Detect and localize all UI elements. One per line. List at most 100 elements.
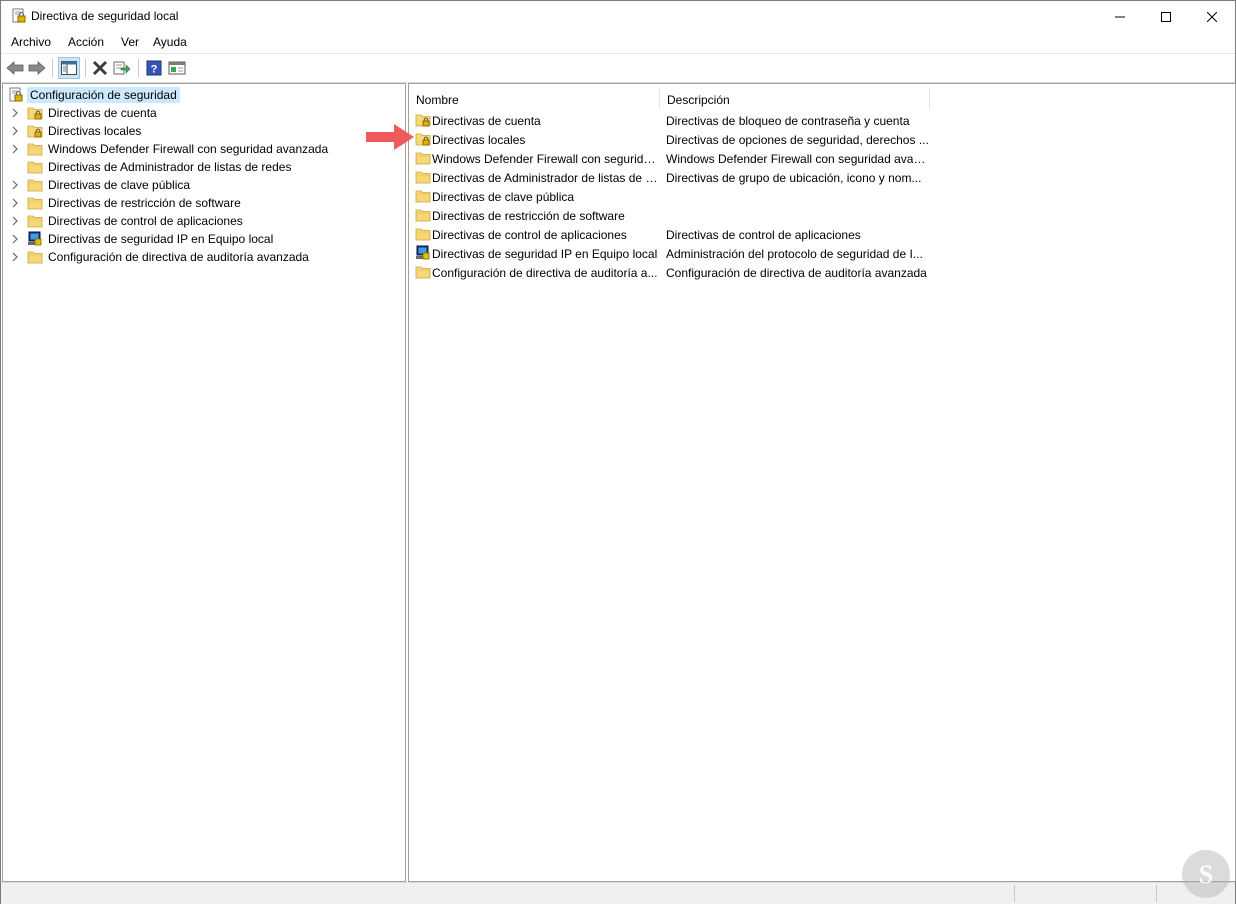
folder-icon [415,190,431,203]
tree-item-label: Directivas de control de aplicaciones [48,214,243,228]
list-row-name: Directivas locales [432,133,526,147]
ip-security-icon [28,231,42,246]
chevron-right-icon[interactable] [10,125,20,137]
tree-item[interactable]: Directivas locales [3,122,403,140]
tree-item[interactable]: Configuración de directiva de auditoría … [3,248,403,266]
list-row-description: Windows Defender Firewall con seguridad … [666,152,930,166]
menu-ver[interactable]: Ver [121,35,139,49]
minimize-button[interactable] [1097,1,1143,32]
chevron-right-icon[interactable] [10,251,20,263]
list-row-name: Directivas de cuenta [432,114,541,128]
list-row[interactable]: Directivas de Administrador de listas de… [413,168,1233,187]
chevron-right-icon[interactable] [10,107,20,119]
folder-icon [27,161,43,174]
tree-item[interactable]: Directivas de clave pública [3,176,403,194]
list-row[interactable]: Directivas de seguridad IP en Equipo loc… [413,244,1233,263]
menu-archivo[interactable]: Archivo [11,35,51,49]
title-bar: Directiva de seguridad local [1,1,1235,32]
properties-icon [168,61,186,75]
list-row-name: Configuración de directiva de auditoría … [432,266,658,280]
folder-lock-icon [415,114,431,127]
back-icon [6,61,24,75]
list-row[interactable]: Windows Defender Firewall con segurida..… [413,149,1233,168]
list-row-name: Directivas de control de aplicaciones [432,228,627,242]
export-list-icon [113,61,131,75]
status-separator [1014,885,1015,902]
folder-icon [415,266,431,279]
folder-icon [415,228,431,241]
toolbar-separator [85,59,86,77]
delete-icon [92,60,108,76]
chevron-right-icon[interactable] [10,197,20,209]
close-button[interactable] [1189,1,1235,32]
folder-icon [27,179,43,192]
column-header-nombre[interactable]: Nombre [409,88,659,110]
list-row[interactable]: Directivas de control de aplicaciones Dir… [413,225,1233,244]
tree-root[interactable]: Configuración de seguridad [3,86,403,104]
security-settings-icon [9,87,23,102]
folder-icon [27,197,43,210]
tree-root-label: Configuración de seguridad [27,87,180,103]
list-row[interactable]: Directivas locales Directivas de opciones… [413,130,1233,149]
list-row-name: Directivas de seguridad IP en Equipo loc… [432,247,658,261]
svg-text:?: ? [151,64,158,76]
list-row-description: Directivas de opciones de seguridad, der… [666,133,929,147]
forward-button[interactable] [27,58,47,78]
chevron-right-icon[interactable] [10,233,20,245]
folder-icon [415,171,431,184]
folder-lock-icon [27,125,43,138]
show-hide-tree-button[interactable] [58,57,80,79]
menu-ayuda[interactable]: Ayuda [153,35,187,49]
security-policy-app-icon [12,8,26,23]
menu-accion[interactable]: Acción [68,35,104,49]
chevron-right-icon[interactable] [10,215,20,227]
list-row[interactable]: Directivas de clave pública [413,187,1233,206]
list-row-description: Directivas de grupo de ubicación, icono … [666,171,922,185]
tree-item[interactable]: Directivas de control de aplicaciones [3,212,403,230]
column-divider[interactable] [929,88,930,110]
tree-item-label: Directivas de cuenta [48,106,157,120]
list-row[interactable]: Directivas de cuenta Directivas de bloque… [413,111,1233,130]
app-window: Directiva de seguridad local Archivo Acc… [0,0,1236,904]
chevron-right-icon[interactable] [10,143,20,155]
tree-item[interactable]: Windows Defender Firewall con seguridad … [3,140,403,158]
export-list-button[interactable] [112,58,132,78]
chevron-right-icon[interactable] [10,179,20,191]
help-button[interactable]: ? [144,58,164,78]
annotation-arrow-icon [366,124,414,150]
list-row-description: Directivas de bloqueo de contraseña y cu… [666,114,910,128]
delete-button[interactable] [90,58,110,78]
tree-item[interactable]: Directivas de cuenta [3,104,403,122]
maximize-icon [1161,11,1171,22]
maximize-button[interactable] [1143,1,1189,32]
toolbar-separator [52,59,53,77]
folder-lock-icon [27,107,43,120]
status-bar [1,882,1235,904]
status-separator [1156,885,1157,902]
list-row-name: Directivas de clave pública [432,190,575,204]
column-header-descripcion[interactable]: Descripción [660,88,929,110]
tree-item-label: Directivas de clave pública [48,178,191,192]
tree-item-label: Configuración de directiva de auditoría … [48,250,309,264]
tree-item[interactable]: Directivas de seguridad IP en Equipo loc… [3,230,403,248]
folder-lock-icon [415,133,431,146]
help-icon: ? [146,60,162,76]
close-icon [1207,11,1217,22]
folder-icon [415,209,431,222]
list-row-description: Configuración de directiva de auditoría … [666,266,927,280]
tree-item[interactable]: Directivas de restricción de software [3,194,403,212]
list-row-name: Directivas de Administrador de listas de… [432,171,658,185]
tree-pane[interactable]: Configuración de seguridad Directivas de… [2,83,406,882]
folder-icon [27,143,43,156]
minimize-icon [1115,16,1125,17]
tree-item-label: Directivas locales [48,124,142,138]
svg-text:S: S [1199,860,1213,889]
tree-item[interactable]: Directivas de Administrador de listas de… [3,158,403,176]
list-row[interactable]: Directivas de restricción de software [413,206,1233,225]
toolbar-separator [138,59,139,77]
back-button[interactable] [5,58,25,78]
properties-button[interactable] [167,58,187,78]
list-row[interactable]: Configuración de directiva de auditoría … [413,263,1233,282]
details-list-pane[interactable]: Nombre Descripción Directivas de cuenta D… [408,83,1236,882]
tree-item-label: Windows Defender Firewall con seguridad … [48,142,329,156]
